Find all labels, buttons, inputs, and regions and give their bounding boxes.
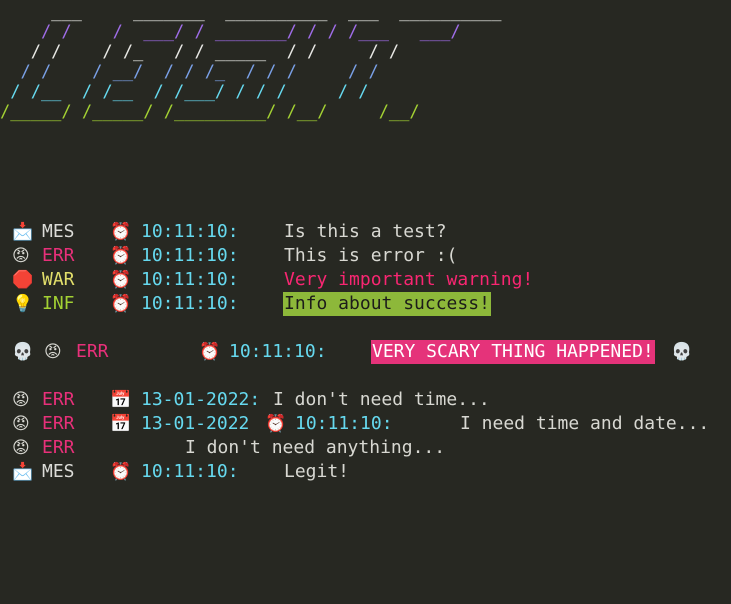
log-date: 13-01-2022 xyxy=(141,413,250,434)
log-time: 10:11:10: xyxy=(141,221,239,242)
log-time: 10:11:10: xyxy=(229,341,327,362)
alarm-clock-icon: ⏰ xyxy=(110,246,132,266)
log-level: ERR xyxy=(42,413,75,434)
banner-line-3: / / / /_ / / _____ / / / / xyxy=(0,42,400,62)
skull-icon: 💀 xyxy=(671,342,693,362)
banner-line-4: / / / __/ / / /_ / / / / / xyxy=(0,62,379,82)
log-line-critical: 💀 😡 ERR ⏰ 10:11:10: VERY SCARY THING HAP… xyxy=(0,340,692,364)
angry-face-icon: 😡 xyxy=(44,342,62,362)
light-bulb-icon: 💡 xyxy=(12,294,34,314)
log-level: ERR xyxy=(42,437,75,458)
log-message: Very important warning! xyxy=(284,269,534,290)
log-message: Info about success! xyxy=(283,292,491,316)
log-time: 10:11:10: xyxy=(141,269,239,290)
alarm-clock-icon: ⏰ xyxy=(110,222,132,242)
alarm-clock-icon: ⏰ xyxy=(199,342,221,362)
banner-line-2: / / / ___/ / _______/ / / /___ ___/ xyxy=(0,22,461,42)
log-message: This is error :( xyxy=(284,245,458,266)
log-message: I need time and date... xyxy=(460,413,710,434)
log-time: 10:11:10: xyxy=(141,293,239,314)
log-line-no-time: 😡 ERR I don't need anything... xyxy=(0,436,445,460)
log-line-mes: 📩 MES ⏰ 10:11:10: Is this a test? xyxy=(0,220,447,244)
calendar-icon: 📅 xyxy=(110,390,132,410)
log-line-war: 🛑 WAR ⏰ 10:11:10: Very important warning… xyxy=(0,268,533,292)
log-line-date-only: 😡 ERR 📅 13-01-2022: I don't need time... xyxy=(0,388,490,412)
log-message: I don't need time... xyxy=(273,389,490,410)
log-message: Legit! xyxy=(284,461,350,482)
log-line-legit: 📩 MES ⏰ 10:11:10: Legit! xyxy=(0,460,349,484)
angry-face-icon: 😡 xyxy=(12,390,30,410)
alarm-clock-icon: ⏰ xyxy=(110,462,132,482)
angry-face-icon: 😡 xyxy=(12,246,30,266)
alarm-clock-icon: ⏰ xyxy=(110,270,132,290)
log-date: 13-01-2022: xyxy=(141,389,261,410)
banner-line-1: ___ _______ __________ ___ __________ xyxy=(0,2,502,22)
log-time: 10:11:10: xyxy=(141,461,239,482)
log-level: MES xyxy=(42,461,75,482)
log-message: I don't need anything... xyxy=(185,437,446,458)
log-level: INF xyxy=(42,293,75,314)
log-line-date-time: 😡 ERR 📅 13-01-2022 ⏰ 10:11:10: I need ti… xyxy=(0,412,709,436)
banner-line-5: / /__ / /__ / /___/ / / / / / xyxy=(0,82,369,102)
alarm-clock-icon: ⏰ xyxy=(265,414,287,434)
log-message: VERY SCARY THING HAPPENED! xyxy=(371,340,655,364)
stop-sign-icon: 🛑 xyxy=(12,270,34,290)
angry-face-icon: 😡 xyxy=(12,414,30,434)
alarm-clock-icon: ⏰ xyxy=(110,294,132,314)
calendar-icon: 📅 xyxy=(110,414,132,434)
skull-icon: 💀 xyxy=(12,342,34,362)
envelope-icon: 📩 xyxy=(12,462,34,482)
log-line-inf: 💡 INF ⏰ 10:11:10: Info about success! xyxy=(0,292,491,316)
log-time: 10:11:10: xyxy=(295,413,393,434)
log-level: MES xyxy=(42,221,75,242)
log-message: Is this a test? xyxy=(284,221,447,242)
log-level: ERR xyxy=(76,341,109,362)
log-level: ERR xyxy=(42,245,75,266)
log-level: WAR xyxy=(42,269,75,290)
log-line-err: 😡 ERR ⏰ 10:11:10: This is error :( xyxy=(0,244,457,268)
legit-ascii-banner: ___ _______ __________ ___ __________ / … xyxy=(0,2,502,122)
banner-line-6: /_____/ /_____/ /_________/ /__/ /__/ xyxy=(0,102,420,122)
envelope-icon: 📩 xyxy=(12,222,34,242)
log-level: ERR xyxy=(42,389,75,410)
log-time: 10:11:10: xyxy=(141,245,239,266)
angry-face-icon: 😡 xyxy=(12,438,30,458)
